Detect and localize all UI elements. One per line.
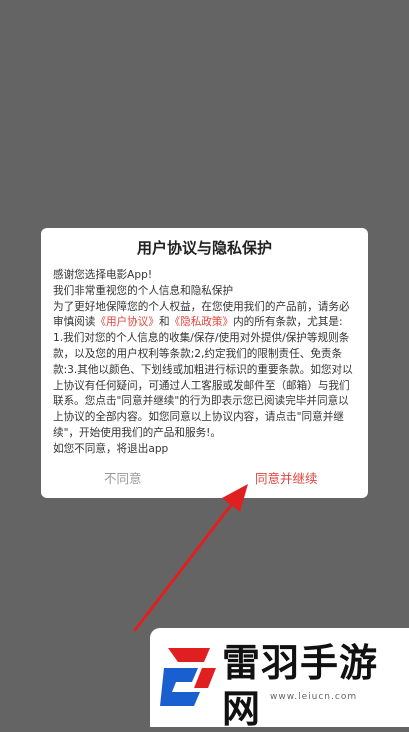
watermark-text: 雷羽手游网 <box>222 641 379 731</box>
red-arrow-annotation <box>133 484 248 632</box>
watermark-logo-icon <box>160 648 216 706</box>
watermark: 雷羽手游网 www.leiucn.com <box>150 628 409 731</box>
watermark-url: www.leiucn.com <box>270 692 358 702</box>
